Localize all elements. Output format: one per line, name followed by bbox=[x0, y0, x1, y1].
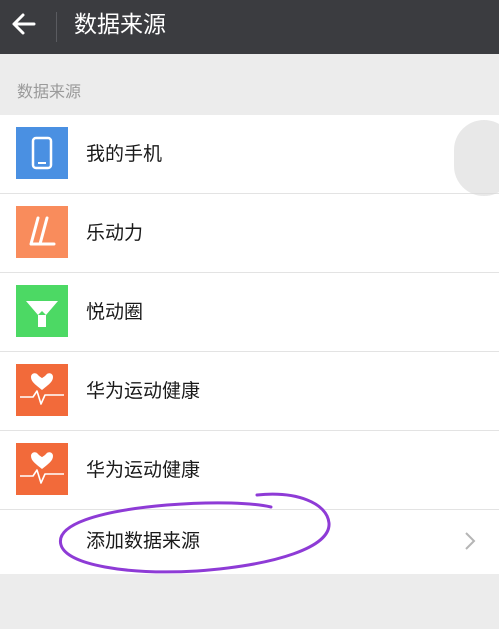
floating-assistive-button[interactable] bbox=[454, 120, 499, 196]
list-item-huawei-health-2[interactable]: 华为运动健康 bbox=[0, 431, 499, 510]
list-item-yuedongquan[interactable]: 悦动圈 bbox=[0, 273, 499, 352]
list-item-label: 华为运动健康 bbox=[86, 459, 201, 481]
section-label: 数据来源 bbox=[17, 82, 82, 101]
page-title: 数据来源 bbox=[74, 12, 166, 38]
back-arrow-icon[interactable] bbox=[10, 10, 38, 38]
list-item-label: 我的手机 bbox=[86, 143, 163, 165]
top-bar: 数据来源 bbox=[0, 0, 499, 54]
huawei-health-icon bbox=[16, 364, 68, 416]
add-data-source-label: 添加数据来源 bbox=[86, 530, 201, 552]
add-data-source-button[interactable]: 添加数据来源 bbox=[0, 510, 499, 574]
list-item-huawei-health-1[interactable]: 华为运动健康 bbox=[0, 352, 499, 431]
phone-icon bbox=[16, 127, 68, 179]
divider bbox=[56, 12, 57, 42]
ledongli-icon bbox=[16, 206, 68, 258]
list-item-phone[interactable]: 我的手机 bbox=[0, 115, 499, 194]
list-item-label: 乐动力 bbox=[86, 222, 144, 244]
chevron-right-icon bbox=[465, 532, 476, 550]
source-list: 我的手机 乐动力 悦动圈 华为运动健康 华为运动健康 添加数据来源 bbox=[0, 115, 499, 574]
huawei-health-icon bbox=[16, 443, 68, 495]
list-item-ledongli[interactable]: 乐动力 bbox=[0, 194, 499, 273]
list-item-label: 华为运动健康 bbox=[86, 380, 201, 402]
yuedongquan-icon bbox=[16, 285, 68, 337]
list-item-label: 悦动圈 bbox=[86, 301, 144, 323]
